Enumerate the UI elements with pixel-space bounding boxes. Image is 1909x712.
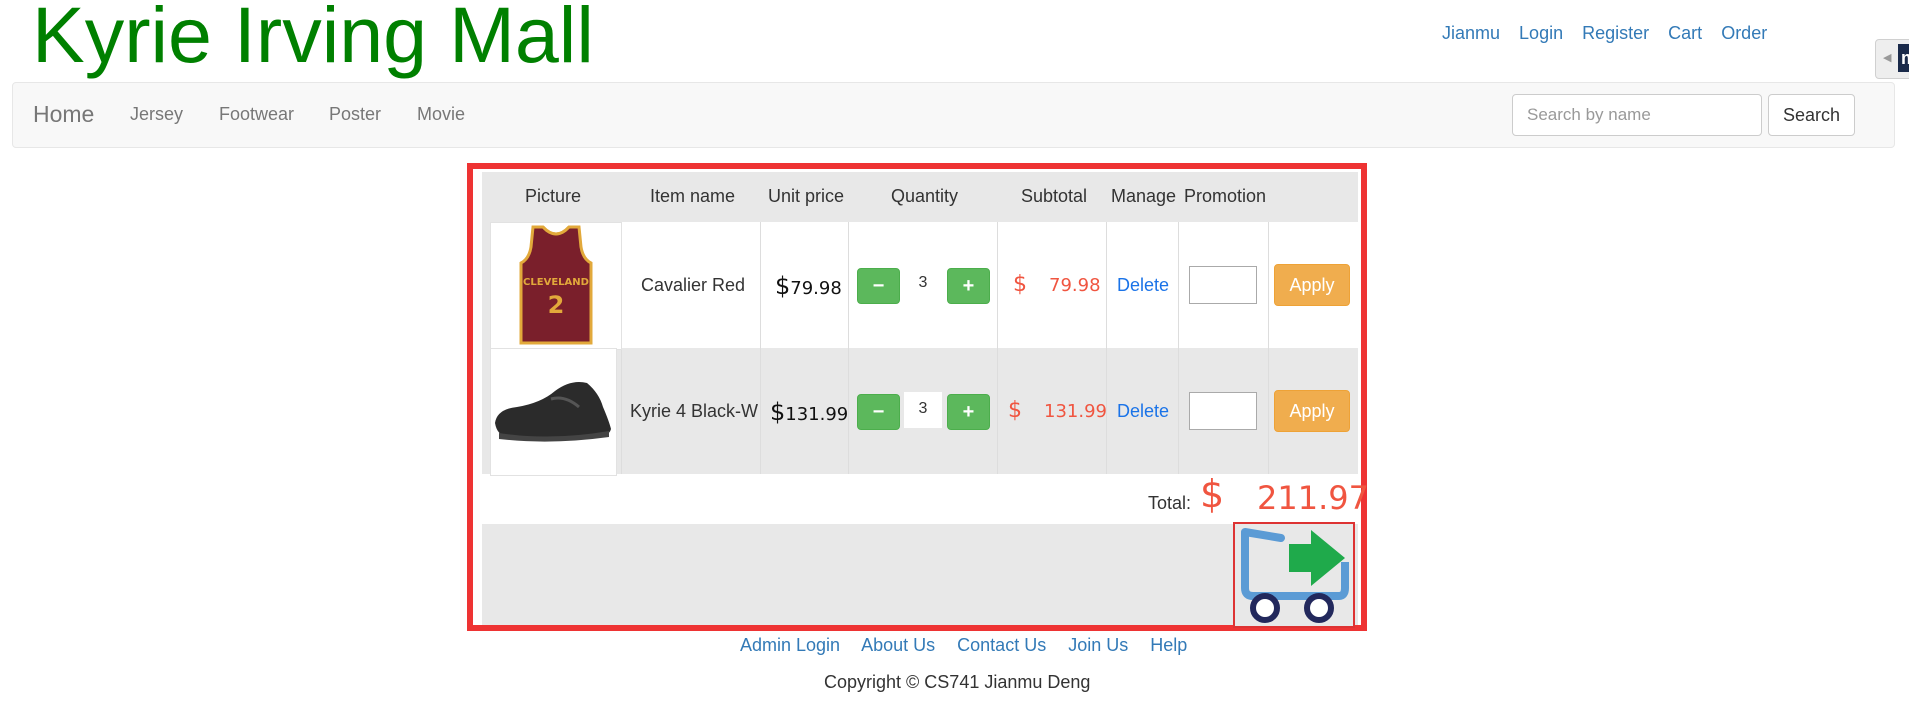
black-sneaker-image — [495, 382, 611, 442]
item-name: Cavalier Red — [641, 275, 746, 295]
quantity-field[interactable]: 3 — [904, 392, 942, 428]
footer-help-link[interactable]: Help — [1150, 635, 1187, 655]
increase-quantity-button[interactable]: + — [947, 268, 990, 304]
item-name: Kyrie 4 Black-W — [630, 401, 759, 421]
search-button[interactable]: Search — [1768, 94, 1855, 136]
product-image-sneaker[interactable] — [490, 348, 617, 476]
cart-link[interactable]: Cart — [1668, 23, 1702, 43]
site-title: Kyrie Irving Mall — [32, 0, 594, 79]
apply-promo-button[interactable]: Apply — [1274, 390, 1350, 432]
nav-item-jersey[interactable]: Jersey — [130, 104, 183, 125]
footer-admin-login-link[interactable]: Admin Login — [740, 635, 840, 655]
header-unit-price: Unit price — [768, 186, 845, 206]
header-manage: Manage — [1111, 186, 1177, 206]
decrease-quantity-button[interactable]: − — [857, 394, 900, 430]
search-input[interactable] — [1512, 94, 1762, 136]
total-amount: 211.97 — [1257, 479, 1369, 517]
main-navbar: Home Jersey Footwear Poster Movie Search — [12, 82, 1895, 148]
column-divider — [848, 222, 849, 474]
checkout-cart-icon — [1241, 528, 1349, 623]
svg-text:2: 2 — [548, 291, 565, 319]
copyright-text: Copyright © CS741 Jianmu Deng — [824, 672, 1091, 692]
promo-code-input[interactable] — [1189, 266, 1257, 304]
extension-logo-icon: m — [1898, 44, 1909, 72]
header-subtotal: Subtotal — [1021, 186, 1088, 206]
delete-item-link[interactable]: Delete — [1117, 401, 1169, 422]
user-link[interactable]: Jianmu — [1442, 23, 1500, 43]
nav-item-poster[interactable]: Poster — [329, 104, 381, 125]
header-picture: Picture — [525, 186, 582, 206]
order-link[interactable]: Order — [1721, 23, 1767, 43]
item-subtotal: $79.98 — [1013, 272, 1101, 297]
checkout-button[interactable] — [1233, 522, 1355, 628]
product-image-jersey[interactable]: CLEVELAND 2 — [490, 222, 622, 350]
cavaliers-jersey-image: CLEVELAND 2 — [519, 225, 593, 345]
side-extension-tab[interactable]: ◀ m — [1875, 39, 1909, 79]
total-currency: $ — [1200, 472, 1225, 516]
column-divider — [997, 222, 998, 474]
column-divider — [760, 222, 761, 474]
delete-item-link[interactable]: Delete — [1117, 275, 1169, 296]
unit-price: $79.98 — [775, 272, 842, 300]
header-quantity: Quantity — [891, 186, 959, 206]
nav-home[interactable]: Home — [33, 101, 94, 128]
total-label: Total: — [1148, 493, 1192, 513]
decrease-quantity-button[interactable]: − — [857, 268, 900, 304]
footer-contact-link[interactable]: Contact Us — [957, 635, 1046, 655]
header-promotion: Promotion — [1184, 186, 1267, 206]
header-item-name: Item name — [650, 186, 736, 206]
promo-code-input[interactable] — [1189, 392, 1257, 430]
total-row — [482, 474, 1358, 524]
register-link[interactable]: Register — [1582, 23, 1649, 43]
login-link[interactable]: Login — [1519, 23, 1563, 43]
quantity-field[interactable]: 3 — [904, 266, 942, 302]
apply-promo-button[interactable]: Apply — [1274, 264, 1350, 306]
increase-quantity-button[interactable]: + — [947, 394, 990, 430]
column-divider — [1178, 222, 1179, 474]
column-divider — [1268, 222, 1269, 474]
footer-join-link[interactable]: Join Us — [1068, 635, 1128, 655]
svg-text:CLEVELAND: CLEVELAND — [523, 277, 589, 288]
footer-links: Admin Login About Us Contact Us Join Us … — [740, 635, 1204, 656]
top-links: Jianmu Login Register Cart Order — [1442, 23, 1781, 44]
nav-item-movie[interactable]: Movie — [417, 104, 465, 125]
footer-about-link[interactable]: About Us — [861, 635, 935, 655]
nav-item-footwear[interactable]: Footwear — [219, 104, 294, 125]
column-divider — [1106, 222, 1107, 474]
item-subtotal: $131.99 — [1008, 398, 1107, 423]
unit-price: $131.99 — [770, 398, 849, 426]
collapse-arrow-icon: ◀ — [1883, 52, 1892, 64]
